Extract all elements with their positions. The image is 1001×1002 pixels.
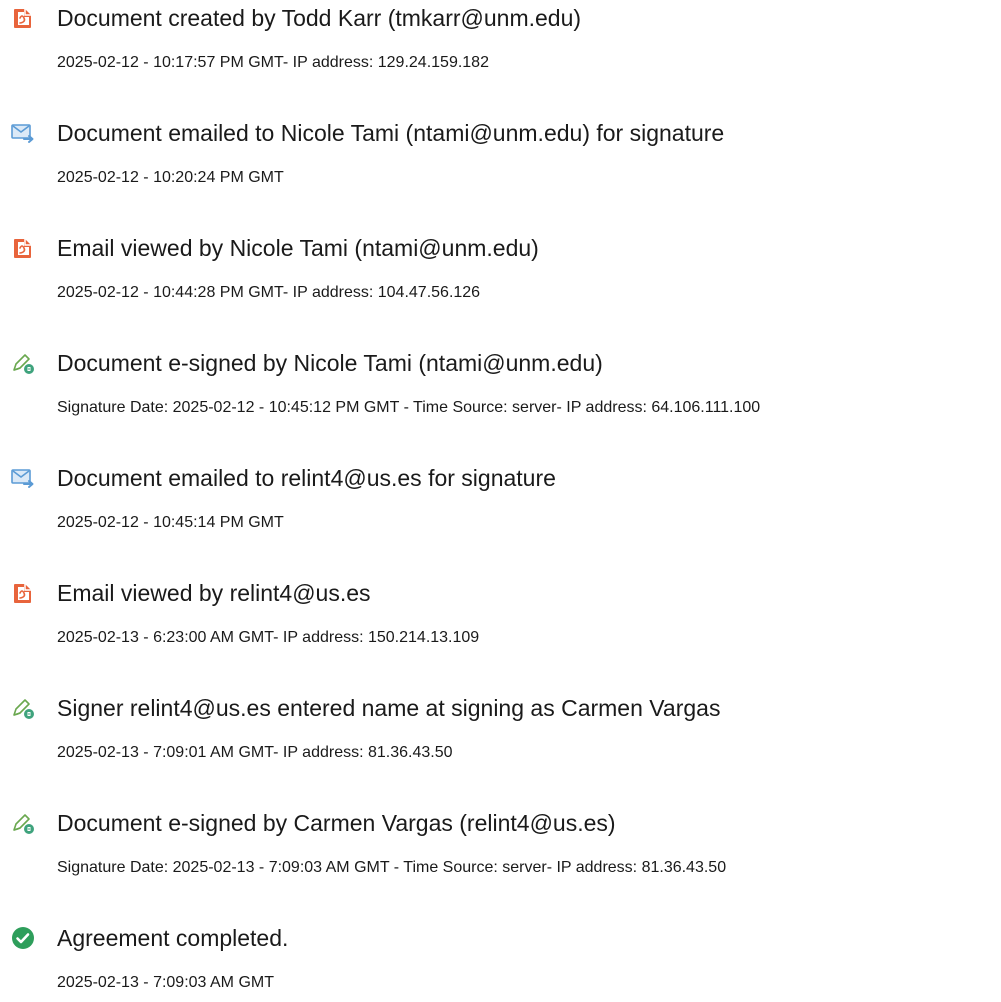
email-sent-icon: [10, 465, 36, 491]
audit-event-e-signed: Document e-signed by Nicole Tami (ntami@…: [0, 347, 1001, 427]
e-signed-icon: [10, 810, 36, 836]
email-sent-icon: [10, 120, 36, 146]
event-detail: 2025-02-12 - 10:17:57 PM GMT- IP address…: [57, 54, 489, 71]
agreement-completed-icon: [10, 925, 36, 951]
audit-event-email-viewed: Email viewed by relint4@us.es 2025-02-13…: [0, 577, 1001, 657]
audit-event-emailed: Document emailed to relint4@us.es for si…: [0, 462, 1001, 542]
email-viewed-icon: [10, 235, 36, 261]
event-title: Agreement completed.: [57, 925, 289, 951]
audit-event-document-created: Document created by Todd Karr (tmkarr@un…: [0, 2, 1001, 82]
event-title: Document emailed to Nicole Tami (ntami@u…: [57, 120, 725, 146]
audit-event-name-entered: Signer relint4@us.es entered name at sig…: [0, 692, 1001, 772]
e-signed-icon: [10, 695, 36, 721]
event-title: Signer relint4@us.es entered name at sig…: [57, 695, 721, 721]
audit-event-emailed: Document emailed to Nicole Tami (ntami@u…: [0, 117, 1001, 197]
event-detail: 2025-02-12 - 10:45:14 PM GMT: [57, 514, 284, 531]
event-detail: Signature Date: 2025-02-12 - 10:45:12 PM…: [57, 399, 761, 416]
event-title: Document e-signed by Carmen Vargas (reli…: [57, 810, 616, 836]
event-title: Email viewed by relint4@us.es: [57, 580, 371, 606]
event-detail: 2025-02-13 - 7:09:03 AM GMT: [57, 974, 274, 991]
event-detail: Signature Date: 2025-02-13 - 7:09:03 AM …: [57, 859, 727, 876]
e-signed-icon: [10, 350, 36, 376]
event-detail: 2025-02-12 - 10:44:28 PM GMT- IP address…: [57, 284, 481, 301]
event-title: Document created by Todd Karr (tmkarr@un…: [57, 5, 582, 31]
audit-event-e-signed: Document e-signed by Carmen Vargas (reli…: [0, 807, 1001, 887]
audit-event-email-viewed: Email viewed by Nicole Tami (ntami@unm.e…: [0, 232, 1001, 312]
audit-event-agreement-completed: Agreement completed. 2025-02-13 - 7:09:0…: [0, 922, 1001, 1002]
event-detail: 2025-02-13 - 6:23:00 AM GMT- IP address:…: [57, 629, 480, 646]
event-title: Document emailed to relint4@us.es for si…: [57, 465, 556, 491]
event-detail: 2025-02-13 - 7:09:01 AM GMT- IP address:…: [57, 744, 453, 761]
event-title: Email viewed by Nicole Tami (ntami@unm.e…: [57, 235, 539, 261]
event-detail: 2025-02-12 - 10:20:24 PM GMT: [57, 169, 284, 186]
event-title: Document e-signed by Nicole Tami (ntami@…: [57, 350, 603, 376]
email-viewed-icon: [10, 580, 36, 606]
document-created-icon: [10, 5, 36, 31]
